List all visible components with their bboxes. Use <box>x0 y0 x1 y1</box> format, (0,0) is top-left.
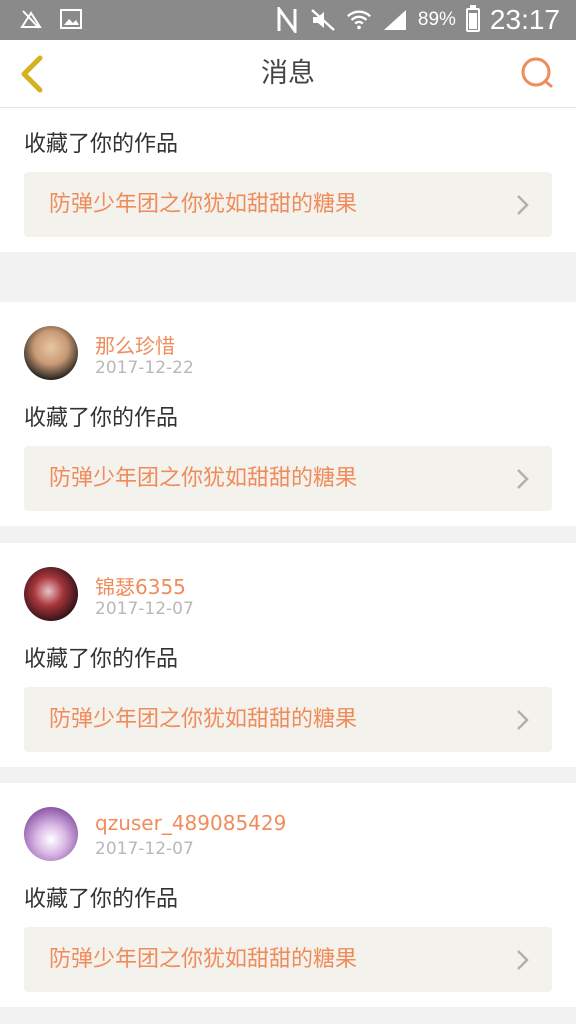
work-link[interactable]: 防弹少年团之你犹如甜甜的糖果 <box>24 172 552 237</box>
work-title: 防弹少年团之你犹如甜甜的糖果 <box>49 947 358 972</box>
username[interactable]: qzuser_489085429 <box>95 811 286 835</box>
page-title: 消息 <box>261 58 315 89</box>
mute-icon <box>310 7 336 33</box>
message-date: 2017-12-07 <box>95 839 194 859</box>
username[interactable]: 那么珍惜 <box>95 330 175 359</box>
username[interactable]: 锦瑟6355 <box>95 571 186 600</box>
list-item: 2017-12-31 收藏了你的作品 防弹少年团之你犹如甜甜的糖果 <box>0 108 576 252</box>
nfc-icon <box>274 7 300 33</box>
status-bar: 89% 23:17 <box>0 0 576 40</box>
action-text: 收藏了你的作品 <box>24 132 179 157</box>
action-text: 收藏了你的作品 <box>24 647 179 672</box>
list-item: 锦瑟6355 2017-12-07 收藏了你的作品 防弹少年团之你犹如甜甜的糖果 <box>0 543 576 767</box>
app-header: 消息 <box>0 40 576 108</box>
work-link[interactable]: 防弹少年团之你犹如甜甜的糖果 <box>24 446 552 511</box>
chevron-right-icon <box>517 950 529 970</box>
chevron-right-icon <box>517 469 529 489</box>
work-title: 防弹少年团之你犹如甜甜的糖果 <box>49 192 358 217</box>
list-item: qzuser_489085429 2017-12-07 收藏了你的作品 防弹少年… <box>0 783 576 1007</box>
signal-icon <box>382 7 408 33</box>
chevron-right-icon <box>517 710 529 730</box>
work-title: 防弹少年团之你犹如甜甜的糖果 <box>49 707 358 732</box>
message-list[interactable]: 2017-12-31 收藏了你的作品 防弹少年团之你犹如甜甜的糖果 那么珍惜 2… <box>0 108 576 1024</box>
avatar[interactable] <box>24 567 78 621</box>
wifi-icon <box>346 7 372 33</box>
chevron-right-icon <box>517 195 529 215</box>
work-link[interactable]: 防弹少年团之你犹如甜甜的糖果 <box>24 927 552 992</box>
work-title: 防弹少年团之你犹如甜甜的糖果 <box>49 466 358 491</box>
notification-icon <box>18 6 44 32</box>
work-link[interactable]: 防弹少年团之你犹如甜甜的糖果 <box>24 687 552 752</box>
clock: 23:17 <box>489 4 560 35</box>
action-text: 收藏了你的作品 <box>24 406 179 431</box>
list-item: 那么珍惜 2017-12-22 收藏了你的作品 防弹少年团之你犹如甜甜的糖果 <box>0 302 576 526</box>
message-date: 2017-12-22 <box>95 358 194 378</box>
battery-percent: 89% <box>417 9 456 30</box>
action-text: 收藏了你的作品 <box>24 887 179 912</box>
avatar[interactable] <box>24 326 78 380</box>
battery-icon <box>465 5 480 32</box>
search-icon <box>521 57 553 88</box>
avatar[interactable] <box>24 807 78 861</box>
image-icon <box>58 6 84 32</box>
search-button[interactable] <box>520 56 554 90</box>
message-date: 2017-12-07 <box>95 599 194 619</box>
